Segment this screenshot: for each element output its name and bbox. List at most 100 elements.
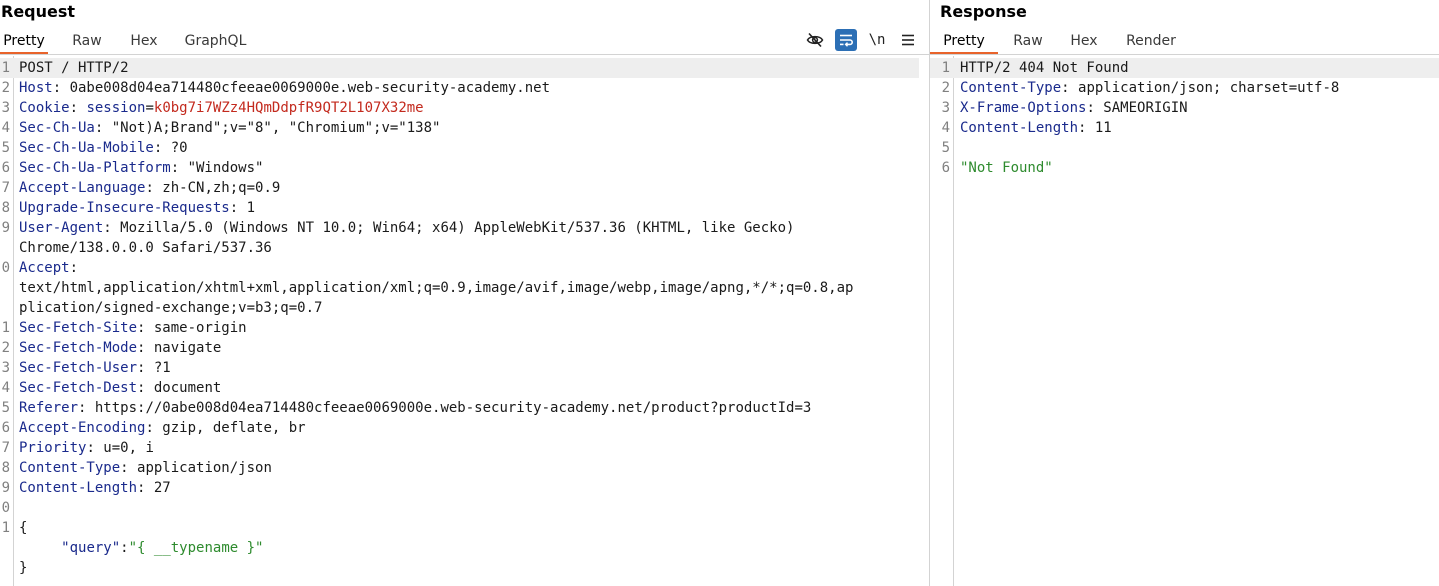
code-line[interactable]: 4 Content-Length: 11: [930, 118, 1439, 138]
header-value: "Not)A;Brand";v="8", "Chromium";v="138": [111, 120, 441, 136]
code-line[interactable]: 1{: [0, 518, 929, 538]
header-value: navigate: [153, 340, 222, 356]
request-tab-raw[interactable]: Raw: [48, 30, 126, 54]
code-line[interactable]: 6 Sec-Ch-Ua-Platform: "Windows": [0, 158, 929, 178]
line-text: }: [19, 560, 28, 576]
header-name: Priority: [19, 440, 87, 456]
header-value: "Windows": [187, 160, 264, 176]
wrap-lines-icon[interactable]: [835, 29, 857, 51]
request-editor[interactable]: 1 POST / HTTP/2 2 Host: 0abe008d04ea714480c…: [0, 56, 929, 586]
code-line[interactable]: 5: [930, 138, 1439, 158]
line-number: 1: [941, 60, 950, 76]
request-toolbar: \n: [795, 29, 919, 51]
code-line[interactable]: 3 Cookie: session=k0bg7i7WZz4HQmDdpfR9QT2…: [0, 98, 929, 118]
code-line[interactable]: 3 Sec-Fetch-User: ?1: [0, 358, 929, 378]
code-line[interactable]: 8 Upgrade-Insecure-Requests: 1: [0, 198, 929, 218]
request-tab-graphql[interactable]: GraphQL: [162, 30, 269, 54]
json-string: "Not Found": [960, 160, 1053, 176]
code-line[interactable]: plication/signed-exchange;v=b3;q=0.7: [0, 298, 929, 318]
code-line[interactable]: 4 Sec-Fetch-Dest: document: [0, 378, 929, 398]
code-line[interactable]: 6 "Not Found": [930, 158, 1439, 178]
code-line[interactable]: 3 X-Frame-Options: SAMEORIGIN: [930, 98, 1439, 118]
line-content: Upgrade-Insecure-Requests: 1: [19, 198, 255, 218]
code-line[interactable]: 5 Sec-Ch-Ua-Mobile: ?0: [0, 138, 929, 158]
header-value: document: [153, 380, 222, 396]
header-name: Sec-Fetch-User: [19, 360, 138, 376]
header-name: Accept-Encoding: [19, 420, 146, 436]
header-separator: :: [145, 420, 163, 436]
response-tabs-border: [930, 54, 1439, 55]
code-line[interactable]: 7 Accept-Language: zh-CN,zh;q=0.9: [0, 178, 929, 198]
line-number: 1: [1, 60, 10, 76]
header-value: application/json: [137, 460, 272, 476]
header-name: Sec-Ch-Ua-Mobile: [19, 140, 154, 156]
code-line[interactable]: 1 HTTP/2 404 Not Found: [930, 58, 1439, 78]
response-tabs: Pretty Raw Hex Render: [930, 30, 1192, 54]
code-line[interactable]: 9 User-Agent: Mozilla/5.0 (Windows NT 10.…: [0, 218, 929, 238]
line-number: 4: [1, 380, 10, 396]
code-line[interactable]: }: [0, 558, 929, 578]
line-content: Accept:: [19, 258, 86, 278]
code-line[interactable]: 2 Content-Type: application/json; charset…: [930, 78, 1439, 98]
line-content: Accept-Language: zh-CN,zh;q=0.9: [19, 178, 280, 198]
code-line[interactable]: "query":"{ __typename }": [0, 538, 929, 558]
code-line[interactable]: 0 Accept:: [0, 258, 929, 278]
header-separator: :: [1061, 80, 1079, 96]
response-editor[interactable]: 1 HTTP/2 404 Not Found 2 Content-Type: appl…: [930, 56, 1439, 586]
line-content: Accept-Encoding: gzip, deflate, br: [19, 418, 306, 438]
header-name: Accept: [19, 260, 70, 276]
code-line[interactable]: Chrome/138.0.0.0 Safari/537.36: [0, 238, 929, 258]
line-number: 5: [941, 140, 950, 156]
response-tab-pretty[interactable]: Pretty: [930, 30, 998, 54]
header-value: zh-CN,zh;q=0.9: [162, 180, 281, 196]
code-line[interactable]: text/html,application/xhtml+xml,applicat…: [0, 278, 929, 298]
request-tabs: Pretty Raw Hex GraphQL: [0, 30, 269, 54]
request-tab-hex[interactable]: Hex: [126, 30, 162, 54]
newline-label: \n: [868, 32, 886, 48]
newline-toggle-button[interactable]: \n: [866, 29, 888, 51]
line-text: plication/signed-exchange;v=b3;q=0.7: [19, 300, 323, 316]
code-line[interactable]: 5 Referer: https://0abe008d04ea714480cfee…: [0, 398, 929, 418]
header-name: User-Agent: [19, 220, 104, 236]
code-line[interactable]: 1 Sec-Fetch-Site: same-origin: [0, 318, 929, 338]
request-tabs-border: [0, 54, 929, 55]
header-name: Sec-Fetch-Mode: [19, 340, 138, 356]
header-separator: :: [78, 400, 95, 416]
code-line[interactable]: 8 Content-Type: application/json: [0, 458, 929, 478]
code-line[interactable]: 0: [0, 498, 929, 518]
header-separator: :: [137, 380, 154, 396]
header-value: 1: [246, 200, 256, 216]
line-number: 8: [1, 460, 10, 476]
header-value: u=0, i: [103, 440, 154, 456]
request-pane: Request Pretty Raw Hex GraphQL \n 1 POST…: [0, 0, 929, 586]
eye-slash-icon[interactable]: [804, 29, 826, 51]
line-content: Sec-Fetch-Mode: navigate: [19, 338, 221, 358]
header-separator: :: [120, 460, 138, 476]
response-tab-render[interactable]: Render: [1110, 30, 1192, 54]
line-content: Content-Type: application/json: [19, 458, 272, 478]
code-line[interactable]: 7 Priority: u=0, i: [0, 438, 929, 458]
code-line[interactable]: 9 Content-Length: 27: [0, 478, 929, 498]
code-line[interactable]: 2 Host: 0abe008d04ea714480cfeeae0069000e.…: [0, 78, 929, 98]
header-name: Host: [19, 80, 53, 96]
code-line[interactable]: 6 Accept-Encoding: gzip, deflate, br: [0, 418, 929, 438]
line-content: text/html,application/xhtml+xml,applicat…: [19, 278, 853, 298]
code-line[interactable]: 1 POST / HTTP/2: [0, 58, 919, 78]
line-number: 4: [941, 120, 950, 136]
line-number: 8: [1, 200, 10, 216]
response-tab-hex[interactable]: Hex: [1058, 30, 1110, 54]
line-number: 3: [1, 360, 10, 376]
hamburger-menu-icon[interactable]: [897, 29, 919, 51]
line-number: 7: [1, 440, 10, 456]
header-value: 11: [1094, 120, 1112, 136]
line-content: Content-Length: 27: [19, 478, 171, 498]
response-pane: Response Pretty Raw Hex Render 1 HTTP/2 4…: [930, 0, 1439, 586]
header-name: Content-Length: [960, 120, 1079, 136]
code-line[interactable]: 2 Sec-Fetch-Mode: navigate: [0, 338, 929, 358]
line-text: HTTP/2 404 Not Found: [960, 60, 1129, 76]
code-line[interactable]: 4 Sec-Ch-Ua: "Not)A;Brand";v="8", "Chromi…: [0, 118, 929, 138]
line-number: 4: [1, 120, 10, 136]
request-tab-pretty[interactable]: Pretty: [0, 30, 48, 54]
response-tab-raw[interactable]: Raw: [998, 30, 1058, 54]
header-name: Accept-Language: [19, 180, 146, 196]
